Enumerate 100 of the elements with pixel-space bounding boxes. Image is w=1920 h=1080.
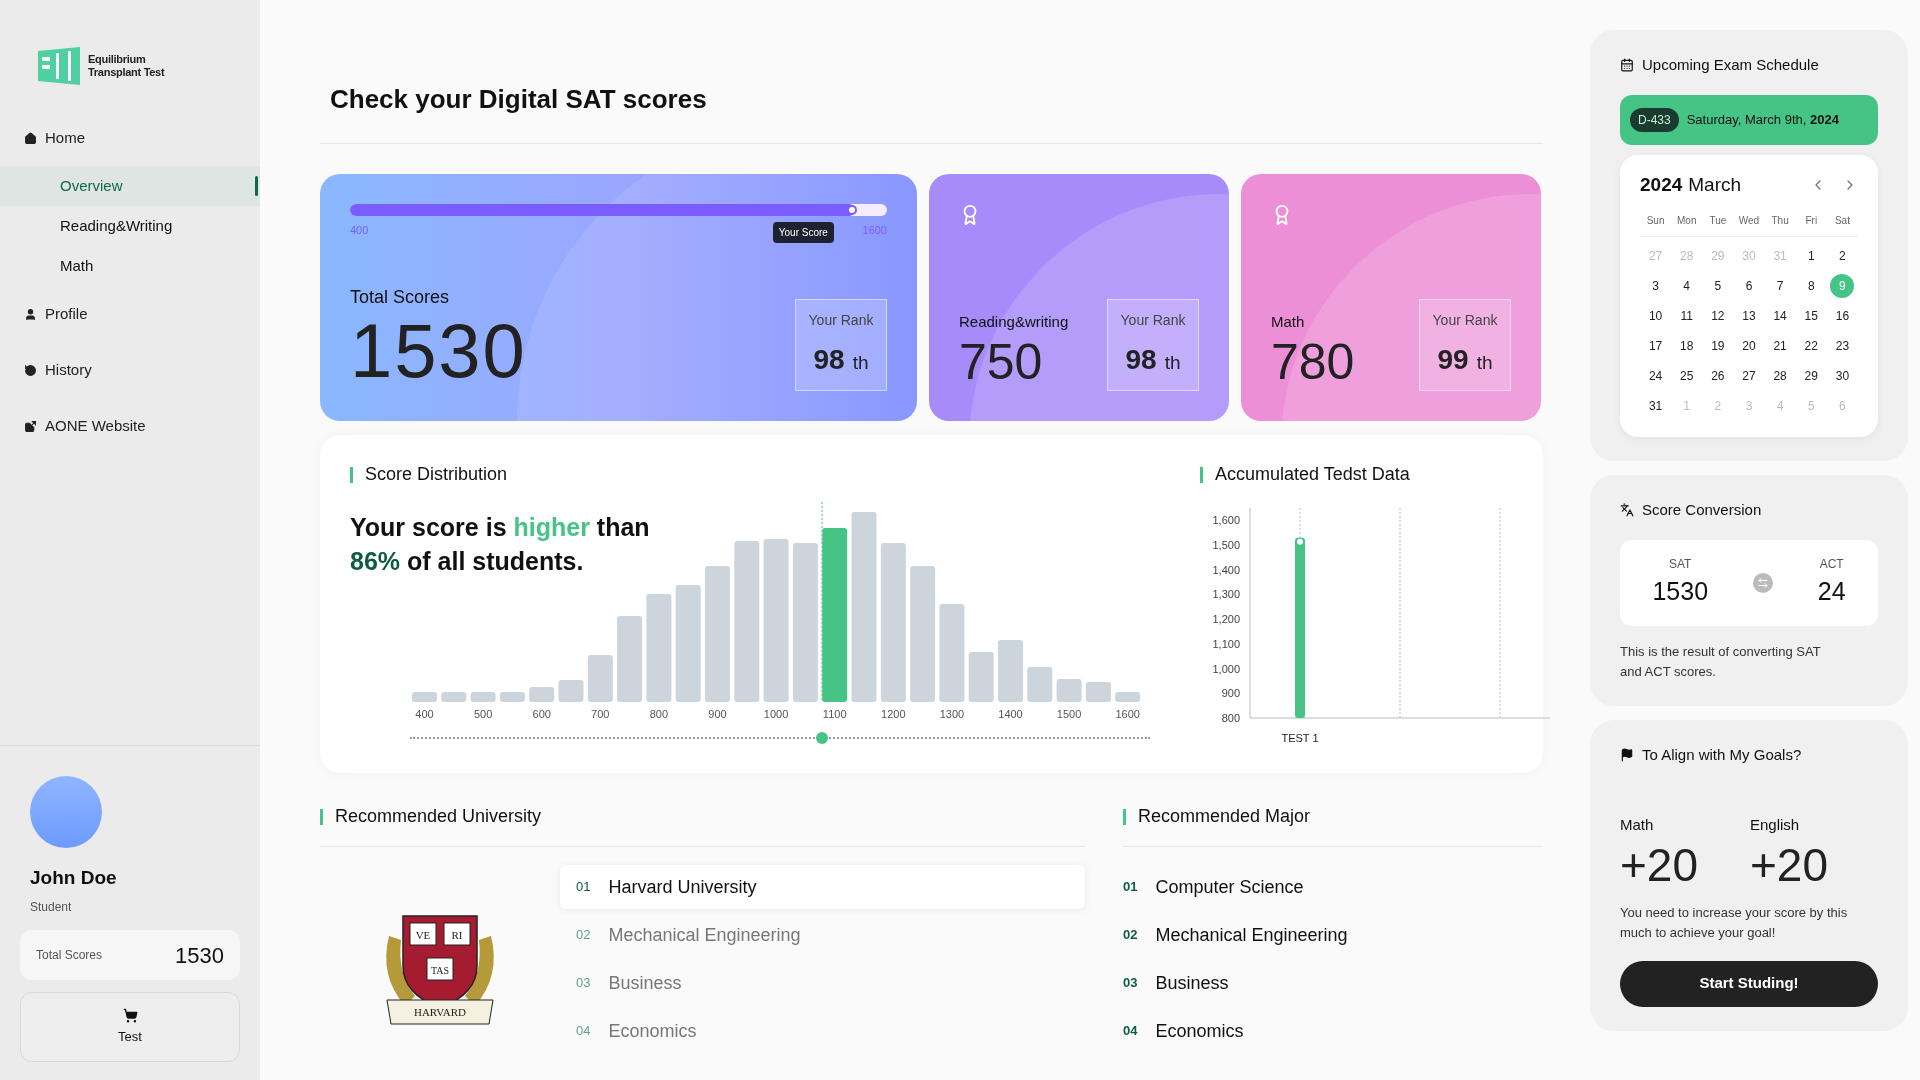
calendar-day[interactable]: 5: [1705, 274, 1730, 298]
nav-item[interactable]: Home: [0, 110, 260, 166]
y-tick-label: 800: [1221, 712, 1240, 724]
nav-item[interactable]: AONE Website: [0, 398, 260, 454]
slider-thumb[interactable]: [846, 205, 857, 215]
histogram-bar: [441, 692, 467, 702]
card-label: Total Scores: [350, 286, 451, 309]
calendar-icon: [1620, 58, 1634, 73]
brand-name: Transplant Test: [88, 66, 165, 79]
rank-value: 98: [813, 342, 845, 377]
calendar-day[interactable]: 18: [1674, 334, 1699, 358]
calendar-day[interactable]: 3: [1643, 274, 1668, 298]
calendar-day[interactable]: 27: [1737, 364, 1761, 388]
calendar-day[interactable]: 25: [1674, 364, 1699, 388]
score-value: 1530: [1652, 575, 1709, 607]
range-handle[interactable]: [816, 732, 828, 744]
score-value: 1530: [175, 941, 224, 970]
brand-name: Equilibrium: [88, 53, 147, 66]
y-tick-label: 1,300: [1212, 588, 1240, 601]
calendar-day[interactable]: 24: [1643, 364, 1668, 388]
item-label: Computer Science: [1155, 875, 1304, 899]
calendar-day[interactable]: 28: [1768, 364, 1793, 388]
goal-subject: Math: [1620, 815, 1655, 835]
nav-subitem[interactable]: Math: [0, 246, 260, 286]
university-item[interactable]: 04 Economics: [560, 1009, 1085, 1053]
home-icon: [24, 131, 37, 145]
item-label: Economics: [608, 1019, 697, 1043]
calendar-day[interactable]: 7: [1768, 274, 1793, 298]
histogram-bar: [587, 655, 613, 702]
y-tick-label: 1,000: [1212, 662, 1240, 675]
weekday-label: Mon: [1676, 214, 1698, 228]
headline: Your score is higher than: [350, 512, 650, 543]
calendar-day[interactable]: 14: [1768, 304, 1793, 328]
rank-label: Your Rank: [1120, 310, 1186, 330]
item-label: Harvard University: [608, 875, 757, 899]
weekday-label: Wed: [1737, 214, 1761, 228]
section-title: Recommended Major: [1138, 805, 1311, 828]
calendar-day[interactable]: 6: [1737, 274, 1761, 298]
swap-icon: [1752, 572, 1773, 593]
item-label: Economics: [1155, 1019, 1244, 1043]
calendar-day[interactable]: 31: [1643, 394, 1668, 418]
y-tick-label: 1,100: [1212, 637, 1240, 650]
calendar-day[interactable]: 12: [1705, 304, 1730, 328]
calendar-day[interactable]: 4: [1674, 274, 1699, 298]
section-title: Accumulated Tedst Data: [1215, 463, 1410, 486]
nav-item[interactable]: Profile: [0, 286, 260, 342]
histogram-bar: [1056, 679, 1082, 702]
university-item[interactable]: 01 Harvard University: [560, 865, 1085, 909]
y-tick-label: 1,200: [1212, 613, 1240, 626]
calendar-day[interactable]: 23: [1830, 334, 1855, 358]
calendar-day[interactable]: 22: [1799, 334, 1824, 358]
section-score: 750: [959, 333, 1044, 391]
card-title: Upcoming Exam Schedule: [1642, 55, 1819, 75]
calendar-day[interactable]: 16: [1830, 304, 1855, 328]
calendar-day[interactable]: 11: [1674, 304, 1699, 328]
calendar-year: 2024: [1640, 172, 1683, 197]
slider-tooltip: Your Score: [772, 222, 834, 243]
rank-value: 99: [1437, 342, 1469, 377]
axis-label: 400: [415, 707, 434, 722]
score-type: SAT: [1669, 555, 1692, 573]
user-name: John Doe: [30, 865, 118, 890]
flag-icon: [1620, 747, 1634, 762]
calendar-day[interactable]: 29: [1799, 364, 1824, 388]
calendar-day[interactable]: 10: [1643, 304, 1668, 328]
calendar-day[interactable]: 21: [1768, 334, 1793, 358]
calendar-day[interactable]: 26: [1705, 364, 1730, 388]
test-button[interactable]: Test: [20, 992, 240, 1062]
axis-label: 700: [591, 707, 610, 722]
person-icon: [24, 307, 37, 321]
axis-label: 1400: [998, 707, 1023, 722]
headline: 86% of all students.: [350, 546, 585, 577]
histogram-bar: [1085, 682, 1111, 702]
histogram-bar: [470, 692, 496, 702]
start-studying-button[interactable]: Start Studing!: [1620, 960, 1878, 1007]
university-item[interactable]: 02 Mechanical Engineering: [560, 913, 1085, 957]
calendar-day[interactable]: 8: [1799, 274, 1824, 298]
histogram-bar: [412, 692, 437, 702]
section-title: Recommended University: [335, 805, 542, 828]
calendar-day[interactable]: 30: [1830, 364, 1855, 388]
nav-item[interactable]: History: [0, 342, 260, 398]
calendar-day[interactable]: 2: [1830, 244, 1855, 268]
weekday-label: Tue: [1708, 214, 1728, 228]
axis-label: 1100: [822, 707, 847, 722]
calendar-day[interactable]: 1: [1799, 244, 1824, 268]
histogram-bar: [998, 640, 1023, 702]
histogram-bar: [529, 687, 555, 702]
nav-subitem[interactable]: Reading&Writing: [0, 206, 260, 246]
conversion-note: This is the result of converting SAT and ACT scores.: [1620, 642, 1822, 681]
nav-subitem[interactable]: Overview: [0, 166, 260, 206]
calendar-day[interactable]: 15: [1799, 304, 1824, 328]
y-tick-label: 1,400: [1212, 563, 1240, 576]
axis-label: 900: [708, 707, 727, 722]
calendar-day[interactable]: 13: [1737, 304, 1761, 328]
calendar-day[interactable]: 20: [1737, 334, 1761, 358]
calendar-day[interactable]: 17: [1643, 334, 1668, 358]
histogram-bar: [968, 652, 994, 702]
goal-note: You need to increase your score by this much to achieve your goal!: [1620, 903, 1849, 942]
page-title: Check your Digital SAT scores: [330, 83, 708, 116]
calendar-day[interactable]: 19: [1705, 334, 1730, 358]
university-item[interactable]: 03 Business: [560, 961, 1085, 1005]
